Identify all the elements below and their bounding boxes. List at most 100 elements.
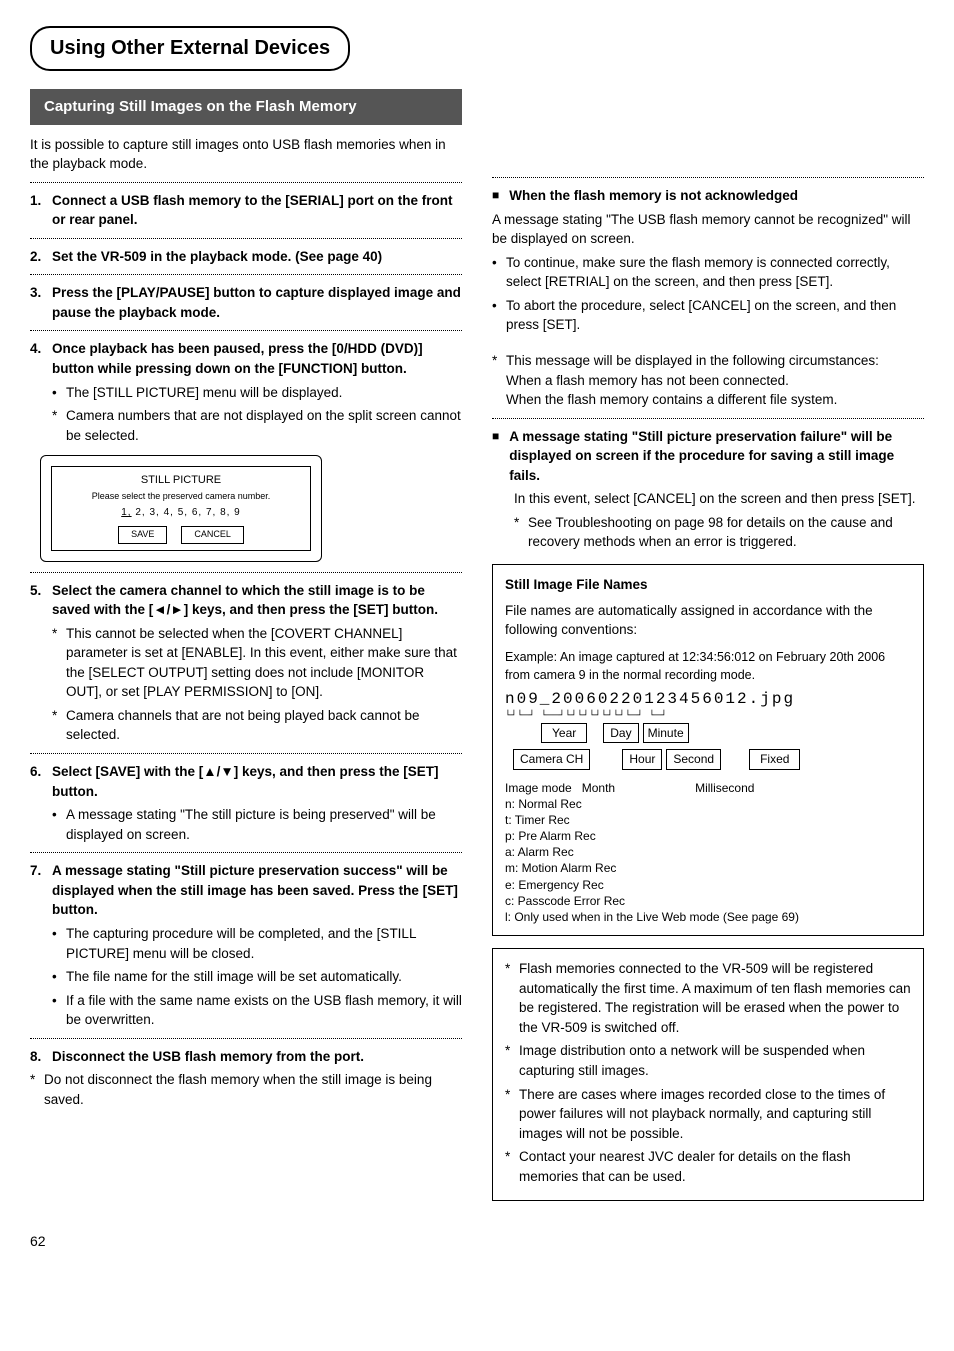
bullet-item: A message stating "The still picture is … <box>52 805 462 844</box>
divider <box>30 1038 462 1039</box>
other-numbers: 2, 3, 4, 5, 6, 7, 8, 9 <box>132 507 241 518</box>
notes-box: Flash memories connected to the VR-509 w… <box>492 948 924 1201</box>
divider <box>30 330 462 331</box>
dialog-buttons: SAVE CANCEL <box>56 526 306 543</box>
selected-number: 1, <box>121 507 131 518</box>
divider <box>30 753 462 754</box>
mode-p: p: Pre Alarm Rec <box>505 828 911 844</box>
step-text: Press the [PLAY/PAUSE] button to capture… <box>52 283 462 322</box>
note-item: Contact your nearest JVC dealer for deta… <box>505 1147 911 1186</box>
note-item: This message will be displayed in the fo… <box>492 351 924 410</box>
mode-c: c: Passcode Error Rec <box>505 893 911 909</box>
step-7-bullets: The capturing procedure will be complete… <box>52 924 462 1030</box>
intro-text: It is possible to capture still images o… <box>30 135 462 174</box>
step-number: 2. <box>30 247 52 267</box>
note-line: When the flash memory contains a differe… <box>506 392 837 407</box>
divider <box>492 418 924 419</box>
label-second: Second <box>666 749 721 769</box>
filename-string: n09_20060220123456012.jpg <box>505 688 911 711</box>
filename-info-box: Still Image File Names File names are au… <box>492 564 924 936</box>
divider <box>492 177 924 178</box>
step-6-bullets: A message stating "The still picture is … <box>52 805 462 844</box>
bullet-item: The [STILL PICTURE] menu will be display… <box>52 383 462 403</box>
label-camera-ch: Camera CH <box>513 749 590 769</box>
mode-m: m: Motion Alarm Rec <box>505 860 911 876</box>
step-5-notes: This cannot be selected when the [COVERT… <box>52 624 462 745</box>
bullet-item: The file name for the still image will b… <box>52 967 462 987</box>
note-item: See Troubleshooting on page 98 for detai… <box>514 513 924 552</box>
note-item: Flash memories connected to the VR-509 w… <box>505 959 911 1037</box>
subheading-text: When the flash memory is not acknowledge… <box>509 186 798 206</box>
mode-e: e: Emergency Rec <box>505 877 911 893</box>
step-number: 4. <box>30 339 52 378</box>
subheading-text: A message stating "Still picture preserv… <box>509 427 924 486</box>
step-text: Set the VR-509 in the playback mode. (Se… <box>52 247 462 267</box>
label-hour: Hour <box>622 749 662 769</box>
bullet-item: If a file with the same name exists on t… <box>52 991 462 1030</box>
bullet-item: The capturing procedure will be complete… <box>52 924 462 963</box>
bullet-item: To abort the procedure, select [CANCEL] … <box>492 296 924 335</box>
step-4: 4. Once playback has been paused, press … <box>30 339 462 378</box>
right-h2-note: See Troubleshooting on page 98 for detai… <box>514 513 924 552</box>
step-8-note: Do not disconnect the flash memory when … <box>30 1070 462 1109</box>
dialog-title: STILL PICTURE <box>56 473 306 489</box>
step-number: 5. <box>30 581 52 620</box>
mode-a: a: Alarm Rec <box>505 844 911 860</box>
page-title-box: Using Other External Devices <box>30 26 350 71</box>
note-line: When a flash memory has not been connect… <box>506 373 789 388</box>
save-button[interactable]: SAVE <box>118 526 167 543</box>
label-millisecond: Millisecond <box>695 780 754 796</box>
mode-n: n: Normal Rec <box>505 796 911 812</box>
note-item: Image distribution onto a network will b… <box>505 1041 911 1080</box>
label-image-mode: Image mode <box>505 781 572 795</box>
dialog-message: Please select the preserved camera numbe… <box>56 491 306 502</box>
subheading-flash-not-ack: ■ When the flash memory is not acknowled… <box>492 186 924 206</box>
step-number: 6. <box>30 762 52 801</box>
step-number: 7. <box>30 861 52 920</box>
label-day: Day <box>603 723 638 743</box>
columns: Capturing Still Images on the Flash Memo… <box>30 89 924 1201</box>
step-text: Select the camera channel to which the s… <box>52 581 462 620</box>
left-column: Capturing Still Images on the Flash Memo… <box>30 89 462 1201</box>
step-7: 7. A message stating "Still picture pres… <box>30 861 462 920</box>
page-number: 62 <box>30 1231 924 1251</box>
bullet-item: To continue, make sure the flash memory … <box>492 253 924 292</box>
label-fixed: Fixed <box>749 749 800 769</box>
step-text: Select [SAVE] with the [▲/▼] keys, and t… <box>52 762 462 801</box>
step-text: A message stating "Still picture preserv… <box>52 861 462 920</box>
note-item: Camera channels that are not being playe… <box>52 706 462 745</box>
label-year: Year <box>541 723 587 743</box>
step-6: 6. Select [SAVE] with the [▲/▼] keys, an… <box>30 762 462 801</box>
label-month: Month <box>582 781 615 795</box>
paragraph: In this event, select [CANCEL] on the sc… <box>514 489 924 509</box>
square-icon: ■ <box>492 427 499 446</box>
divider <box>30 274 462 275</box>
step-2: 2. Set the VR-509 in the playback mode. … <box>30 247 462 267</box>
cancel-button[interactable]: CANCEL <box>181 526 244 543</box>
note-item: This cannot be selected when the [COVERT… <box>52 624 462 702</box>
mode-t: t: Timer Rec <box>505 812 911 828</box>
step-number: 8. <box>30 1047 52 1067</box>
step-number: 1. <box>30 191 52 230</box>
square-icon: ■ <box>492 186 499 205</box>
step-4-notes: Camera numbers that are not displayed on… <box>52 406 462 445</box>
section-heading: Capturing Still Images on the Flash Memo… <box>30 89 462 125</box>
subheading-failure: ■ A message stating "Still picture prese… <box>492 427 924 486</box>
paragraph: A message stating "The USB flash memory … <box>492 210 924 249</box>
page-title: Using Other External Devices <box>50 37 330 59</box>
notes-list: Flash memories connected to the VR-509 w… <box>505 959 911 1186</box>
filename-box-title: Still Image File Names <box>505 575 911 595</box>
right-note-block: This message will be displayed in the fo… <box>492 351 924 410</box>
step-text: Connect a USB flash memory to the [SERIA… <box>52 191 462 230</box>
filename-box-lead: File names are automatically assigned in… <box>505 601 911 640</box>
mode-l: l: Only used when in the Live Web mode (… <box>505 909 911 925</box>
bracket-row: └┘└─┘ └──┘└┘└┘└┘└┘└┘└─┘ └─┘ <box>505 713 911 721</box>
step-text: Disconnect the USB flash memory from the… <box>52 1047 462 1067</box>
filename-diagram: └┘└─┘ └──┘└┘└┘└┘└┘└┘└─┘ └─┘ Year Day Min… <box>505 713 911 925</box>
step-1: 1. Connect a USB flash memory to the [SE… <box>30 191 462 230</box>
right-column: ■ When the flash memory is not acknowled… <box>492 89 924 1201</box>
note-item: Do not disconnect the flash memory when … <box>30 1070 462 1109</box>
right-bullets: To continue, make sure the flash memory … <box>492 253 924 335</box>
filename-example: Example: An image captured at 12:34:56:0… <box>505 648 911 684</box>
note-item: Camera numbers that are not displayed on… <box>52 406 462 445</box>
